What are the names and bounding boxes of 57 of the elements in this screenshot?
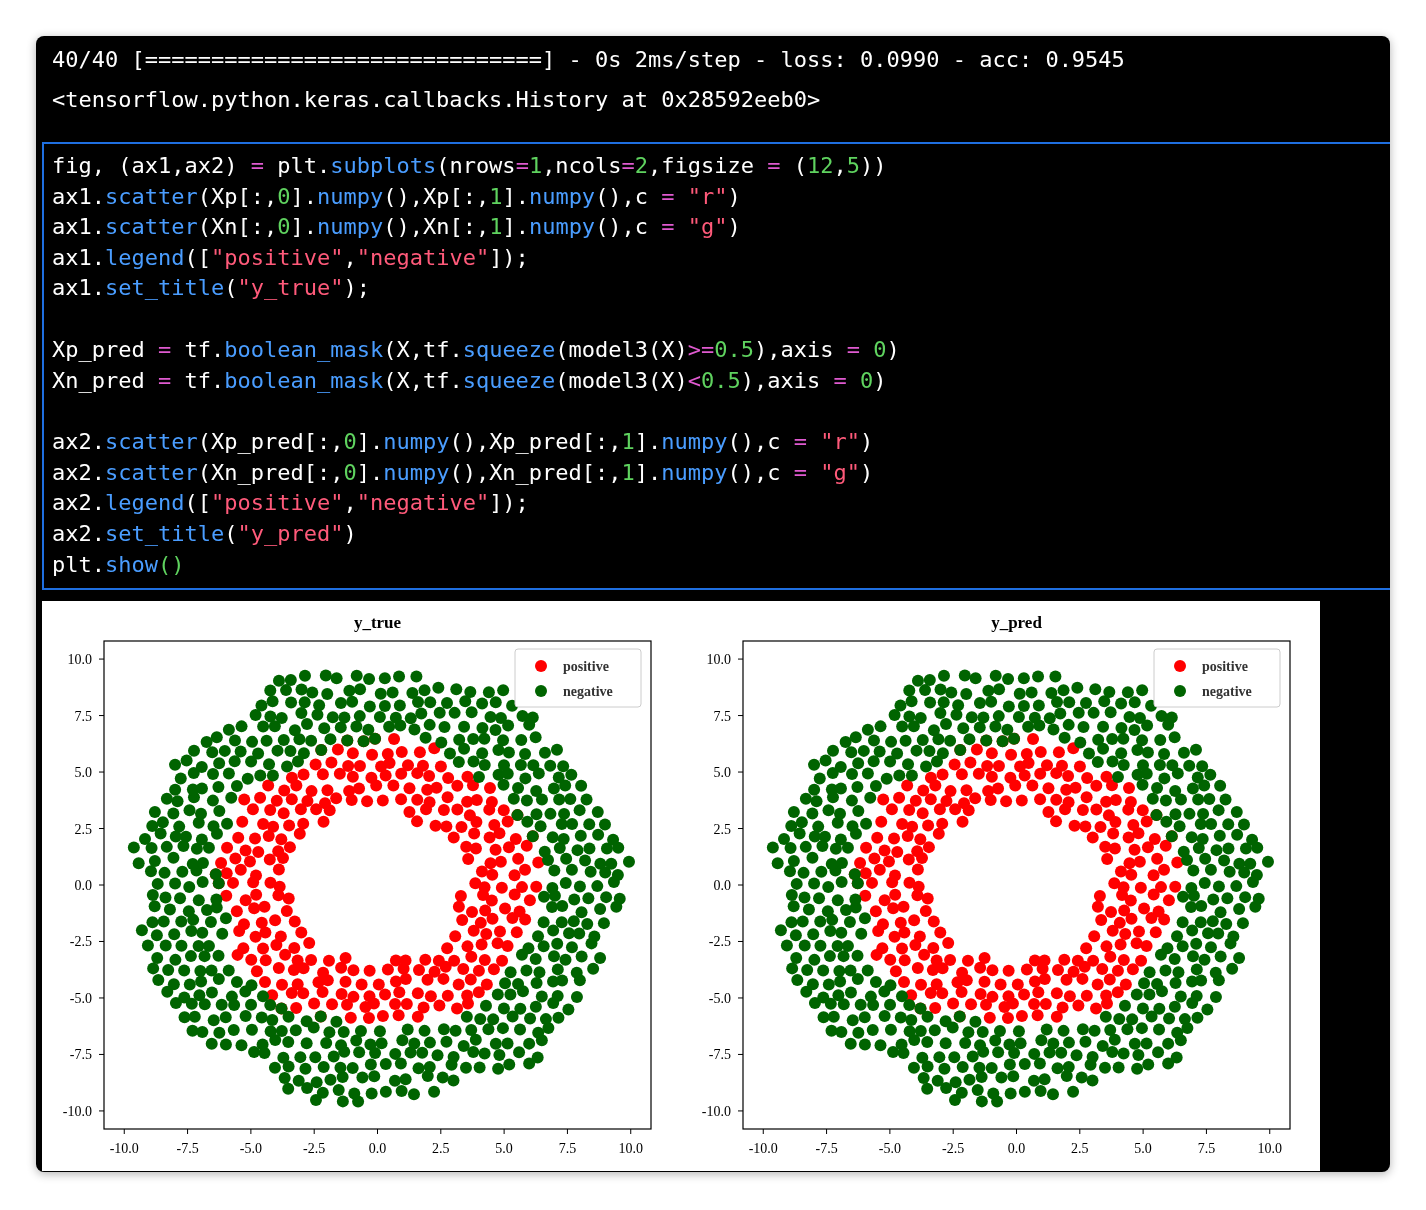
y-tick-label: -7.5 (69, 1047, 92, 1063)
x-tick-label: -2.5 (942, 1141, 965, 1156)
output-line: 40/40 [==============================] - 0s 2ms/step - loss: 0.0990 - acc: 0.9545 (52, 46, 1126, 74)
x-tick-label: -7.5 (815, 1141, 838, 1156)
y-tick-label: 5.0 (74, 765, 92, 781)
code-line: ax2.set_title("y_pred") (52, 519, 358, 548)
x-tick-label: 10.0 (1257, 1141, 1282, 1156)
chart-title: y_pred (991, 613, 1042, 632)
code-line: ax1.legend(["positive","negative"]); (52, 243, 530, 272)
code-line: Xp_pred = tf.boolean_mask(X,tf.squeeze(model3(X)>=0.5),axis = 0) (52, 335, 901, 364)
y-tick-label: 10.0 (706, 652, 731, 668)
y-tick-label: 7.5 (713, 708, 731, 724)
y-tick-label: 0.0 (713, 878, 731, 893)
x-tick-label: 5.0 (1134, 1141, 1152, 1156)
code-line: ax1.scatter(Xp[:,0].numpy(),Xp[:,1].numpy(),c = "r") (52, 182, 742, 211)
y-tick-label: 10.0 (67, 652, 92, 668)
y-tick-label: 5.0 (713, 765, 731, 781)
y-tick-label: 2.5 (74, 821, 92, 837)
y-tick-label: 0.0 (74, 878, 92, 893)
x-tick-label: -10.0 (748, 1141, 778, 1156)
x-tick-label: -2.5 (303, 1141, 326, 1156)
y-tick-label: -7.5 (708, 1047, 731, 1063)
y-tick-label: -10.0 (62, 1103, 92, 1119)
code-line: fig, (ax1,ax2) = plt.subplots(nrows=1,ncols=2,figsize = (12,5)) (52, 152, 888, 180)
x-tick-label: -7.5 (176, 1141, 199, 1156)
y-tick-label: -5.0 (708, 990, 731, 1006)
code-line: Xn_pred = tf.boolean_mask(X,tf.squeeze(model3(X)<0.5),axis = 0) (52, 366, 888, 395)
x-tick-label: -5.0 (239, 1141, 262, 1156)
chart-title: y_true (353, 613, 402, 632)
code-line: ax2.legend(["positive","negative"]); (52, 489, 530, 518)
x-tick-label: 7.5 (558, 1141, 577, 1156)
code-line: ax1.scatter(Xn[:,0].numpy(),Xn[:,1].numpy(),c = "g") (52, 213, 742, 242)
x-tick-label: 7.5 (1197, 1141, 1216, 1156)
y-tick-label: -2.5 (69, 934, 92, 950)
x-tick-label: 0.0 (1007, 1141, 1026, 1156)
code-line: ax2.scatter(Xn_pred[:,0].numpy(),Xn_pred[:,1].numpy(),c = "g") (52, 458, 875, 487)
output-line: <tensorflow.python.keras.callbacks.History at 0x28592eeb0> (52, 86, 822, 114)
legend-label: negative (563, 684, 613, 699)
x-tick-label: -5.0 (878, 1141, 901, 1156)
y-tick-label: -10.0 (701, 1103, 731, 1119)
x-tick-label: -10.0 (109, 1141, 139, 1156)
x-tick-label: 0.0 (368, 1141, 387, 1156)
x-tick-label: 5.0 (495, 1141, 513, 1156)
legend-label: positive (563, 659, 609, 674)
code-line: plt.show() (52, 550, 186, 579)
x-tick-label: 10.0 (618, 1141, 643, 1156)
code-line: ax2.scatter(Xp_pred[:,0].numpy(),Xp_pred[:,1].numpy(),c = "r") (52, 428, 875, 457)
legend-label: positive (1202, 659, 1248, 674)
y-tick-label: 2.5 (713, 821, 731, 837)
y-tick-label: 7.5 (74, 708, 92, 724)
code-line: ax1.set_title("y_true"); (52, 274, 371, 303)
legend-label: negative (1202, 684, 1252, 699)
x-tick-label: 2.5 (1071, 1141, 1089, 1156)
code-cell[interactable] (42, 142, 1390, 590)
y-tick-label: -2.5 (708, 934, 731, 950)
y-tick-label: -5.0 (69, 990, 92, 1006)
x-tick-label: 2.5 (432, 1141, 450, 1156)
